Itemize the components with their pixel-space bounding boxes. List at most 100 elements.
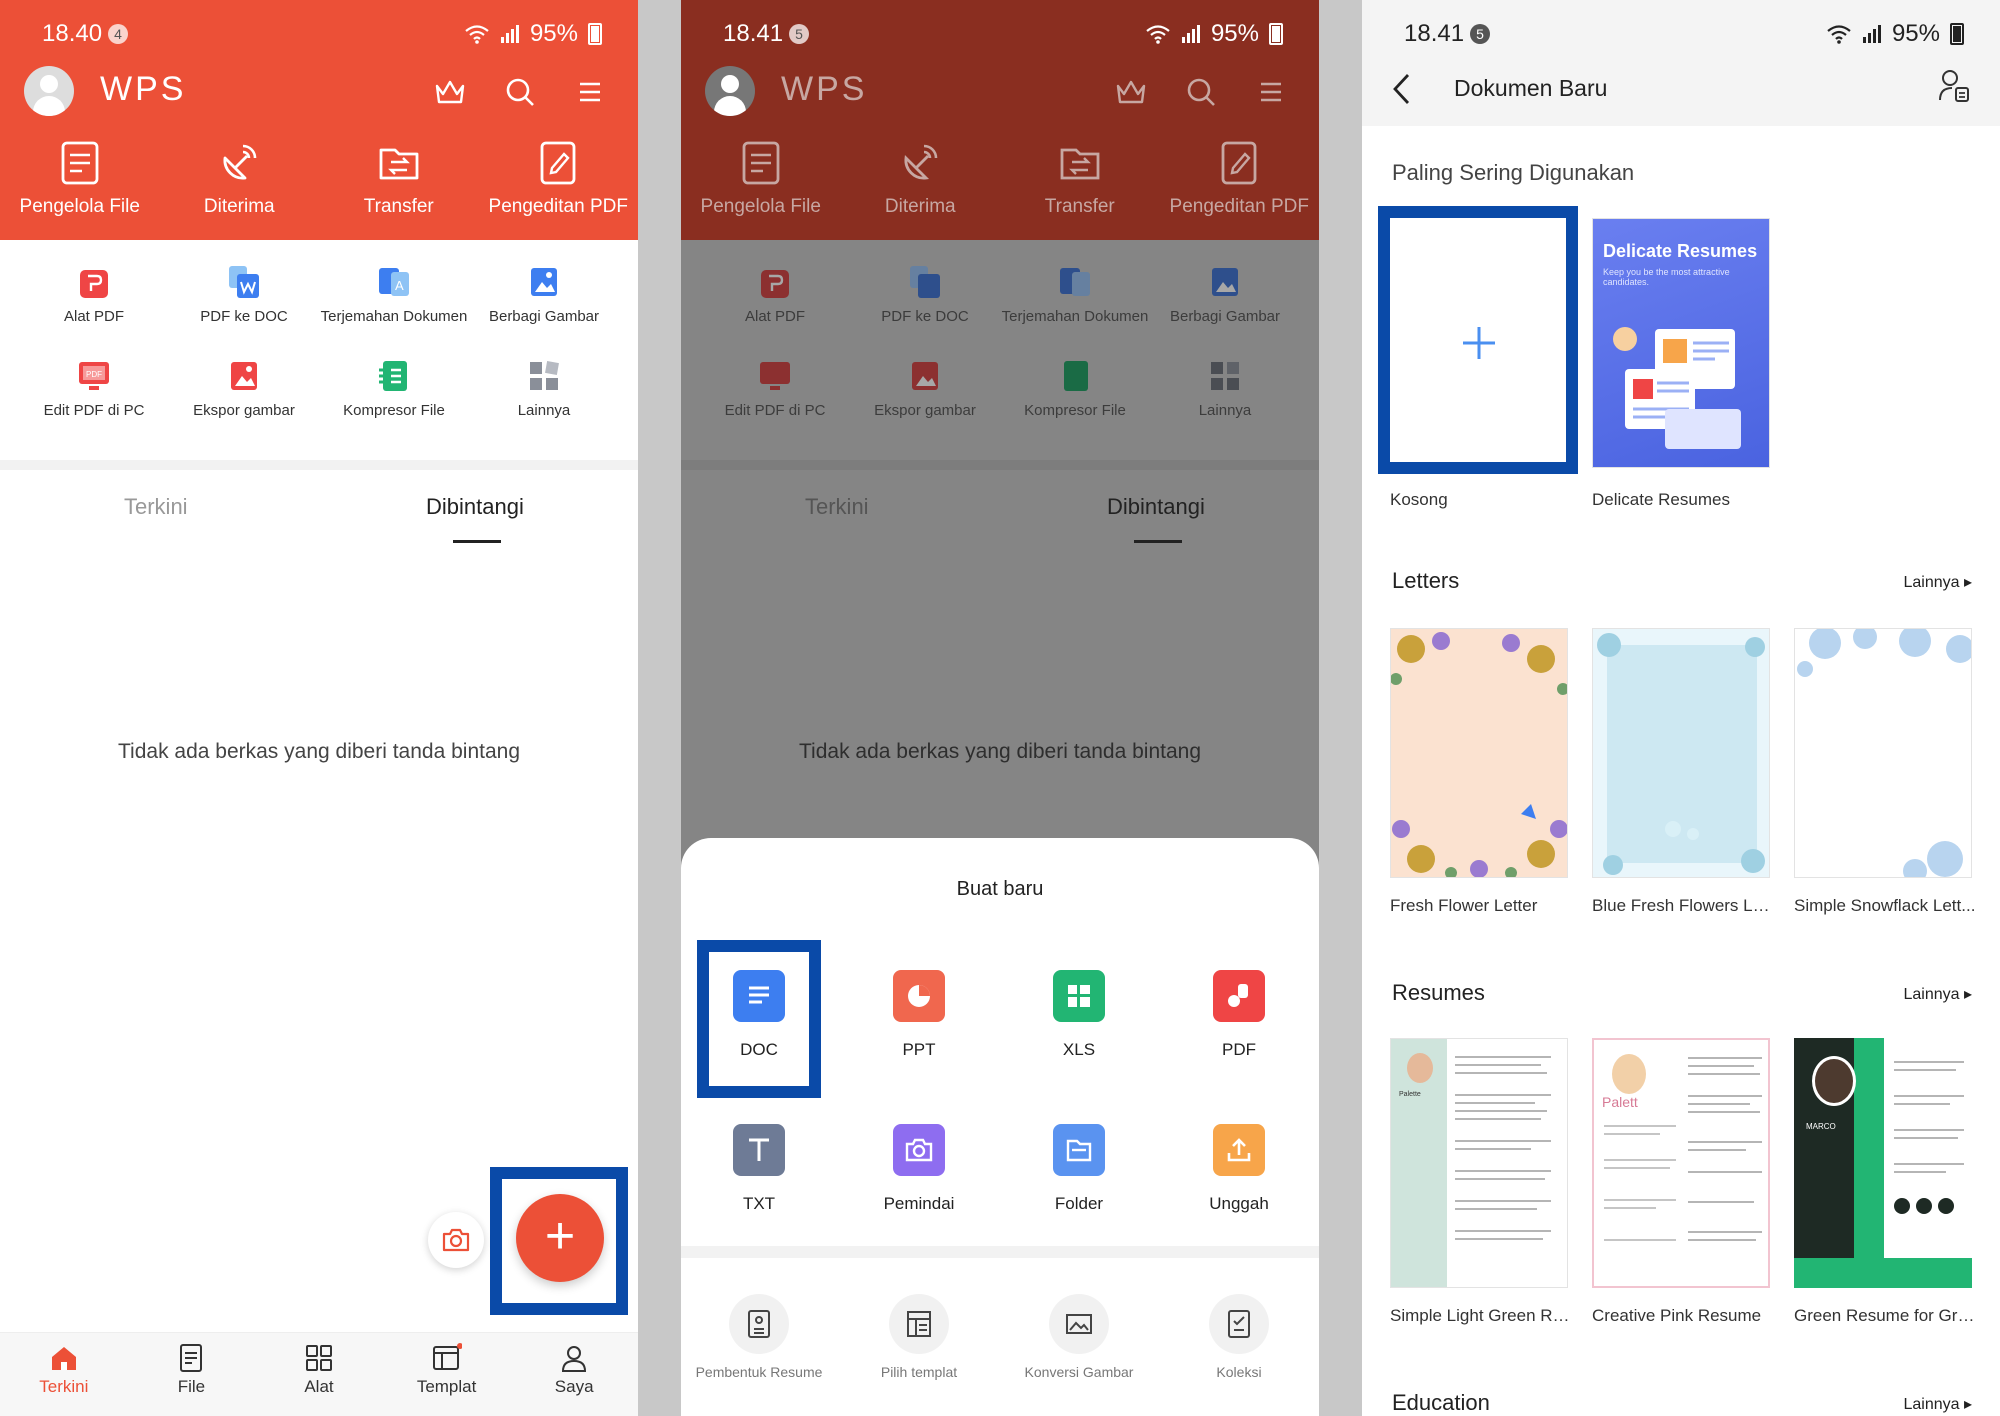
top-bar: WPS [0, 62, 638, 122]
status-icons: 95% [1145, 20, 1283, 48]
create-pdf[interactable]: PDF [1179, 970, 1299, 1060]
person-icon [562, 1346, 587, 1372]
letters-more-link[interactable]: Lainnya ▸ [1903, 572, 1972, 592]
camera-icon [442, 1228, 470, 1252]
top-icons [430, 72, 610, 112]
signal-icon [500, 25, 519, 43]
tool-export-image: Ekspor gambar [845, 358, 1005, 419]
create-txt[interactable]: TXT [699, 1124, 819, 1214]
pdf-edit-icon [540, 141, 576, 185]
doc-icon [733, 970, 785, 1022]
resumes-more-link[interactable]: Lainnya ▸ [1903, 984, 1972, 1004]
pdf-pc-icon: PDF [79, 362, 109, 390]
pdf-to-doc-icon [229, 266, 259, 298]
tool-pdf-tools[interactable]: Alat PDF [14, 264, 174, 325]
template-icon [432, 1343, 462, 1370]
template-fresh-flower-letter[interactable]: Fresh Flower Letter [1390, 628, 1575, 916]
divider [0, 460, 638, 470]
tool-file-compressor[interactable]: Kompresor File [314, 358, 474, 419]
template-caption: Kosong [1390, 490, 1448, 509]
menu-icon[interactable] [570, 72, 610, 112]
satellite-icon [904, 144, 938, 180]
floral-border-icon [1391, 632, 1567, 877]
avatar[interactable] [24, 66, 74, 116]
crown-icon[interactable] [430, 72, 470, 112]
template-green-resume[interactable]: MARCO Green Resume for Gra... [1794, 1038, 1979, 1326]
education-more-link[interactable]: Lainnya ▸ [1903, 1394, 1972, 1414]
create-upload[interactable]: Unggah [1179, 1124, 1299, 1214]
app-bar: 18.41 5 95% Dokumen Baru [1362, 0, 2000, 126]
template-blank[interactable]: Kosong [1390, 218, 1575, 510]
shortcut-transfer[interactable]: Transfer [319, 140, 479, 218]
template-blue-fresh-flowers[interactable]: Blue Fresh Flowers Let... [1592, 628, 1777, 916]
template-simple-snowflake[interactable]: Simple Snowflack Lett... [1794, 628, 1979, 916]
scanner-icon [893, 1124, 945, 1176]
header: 18.40 4 95% WPS Pengelola File Diterima … [0, 0, 638, 240]
create-doc[interactable]: DOC [699, 970, 819, 1060]
pdf-icon [1213, 970, 1265, 1022]
template-creative-pink-resume[interactable]: Palett Creative Pink Resume [1592, 1038, 1777, 1326]
battery-icon [1950, 23, 1964, 45]
checklist-icon [1209, 1294, 1269, 1354]
template-caption: Creative Pink Resume [1592, 1306, 1762, 1325]
status-icons: 95% [1826, 20, 1964, 48]
empty-state-text: Tidak ada berkas yang diberi tanda binta… [799, 740, 1201, 763]
resume-name: MARCO [1806, 1122, 1836, 1131]
translate-icon [1060, 268, 1090, 296]
tool-translate-document[interactable]: A Terjemahan Dokumen [314, 264, 474, 325]
file-icon [180, 1344, 203, 1372]
create-folder[interactable]: Folder [1019, 1124, 1139, 1214]
tab-underline [453, 540, 501, 543]
nav-tools[interactable]: Alat [255, 1333, 383, 1416]
folder-transfer-icon [379, 148, 419, 180]
nav-templates[interactable]: Templat [383, 1333, 511, 1416]
nav-file[interactable]: File [128, 1333, 256, 1416]
tab-recent[interactable]: Terkini [124, 494, 188, 520]
shortcut-received[interactable]: Diterima [160, 140, 320, 218]
tool-pdf-to-doc[interactable]: PDF ke DOC [164, 264, 324, 325]
shortcut-pdf-edit[interactable]: Pengeditan PDF [479, 140, 639, 218]
folder-transfer-icon [1060, 148, 1100, 180]
tab-starred[interactable]: Dibintangi [426, 494, 524, 520]
template-caption: Green Resume for Gra... [1794, 1306, 1979, 1325]
notification-badge: 4 [108, 24, 128, 44]
back-icon[interactable] [1392, 72, 1412, 111]
wifi-icon [465, 25, 489, 44]
txt-icon [733, 1124, 785, 1176]
battery-text: 95% [529, 20, 578, 47]
create-scanner[interactable]: Pemindai [859, 1124, 979, 1214]
tool-edit-pdf-pc[interactable]: PDF Edit PDF di PC [14, 358, 174, 419]
template-delicate-resumes[interactable]: Delicate Resumes Keep you be the most at… [1592, 218, 1777, 510]
file-manager-icon [742, 141, 780, 185]
account-icon[interactable] [1938, 68, 1970, 109]
tool-share-image[interactable]: Berbagi Gambar [464, 264, 624, 325]
pdf-edit-icon [1221, 141, 1257, 185]
template-simple-light-green-resume[interactable]: Palette Simple Light Green Re... [1390, 1038, 1575, 1326]
create-button[interactable]: + [516, 1194, 604, 1282]
search-icon[interactable] [500, 72, 540, 112]
collection[interactable]: Koleksi [1164, 1294, 1314, 1380]
thumbnail-subtitle: Keep you be the most attractive candidat… [1603, 267, 1730, 287]
nav-recent[interactable]: Terkini [0, 1333, 128, 1416]
tool-export-image[interactable]: Ekspor gambar [164, 358, 324, 419]
status-time: 18.40 [42, 20, 103, 47]
section-resumes: Resumes [1392, 980, 1485, 1005]
tool-more[interactable]: Lainnya [464, 358, 624, 419]
create-ppt[interactable]: PPT [859, 970, 979, 1060]
choose-template[interactable]: Pilih templat [844, 1294, 994, 1380]
header: 18.41 5 95% WPS Pengelola File Diterima … [681, 0, 1319, 240]
battery-icon [588, 23, 602, 45]
resume-builder[interactable]: Pembentuk Resume [684, 1294, 834, 1380]
tool-edit-pdf-pc: Edit PDF di PC [695, 358, 855, 419]
tool-translate-document: Terjemahan Dokumen [995, 264, 1155, 325]
battery-icon [1269, 23, 1283, 45]
create-xls[interactable]: XLS [1019, 970, 1139, 1060]
nav-me[interactable]: Saya [510, 1333, 638, 1416]
shortcut-file-manager[interactable]: Pengelola File [0, 140, 160, 218]
status-icons: 95% [464, 20, 602, 48]
convert-image[interactable]: Konversi Gambar [1004, 1294, 1154, 1380]
camera-button[interactable] [428, 1212, 484, 1268]
xls-icon [1053, 970, 1105, 1022]
divider [681, 460, 1319, 470]
shortcut-file-manager: Pengelola File [681, 140, 841, 218]
